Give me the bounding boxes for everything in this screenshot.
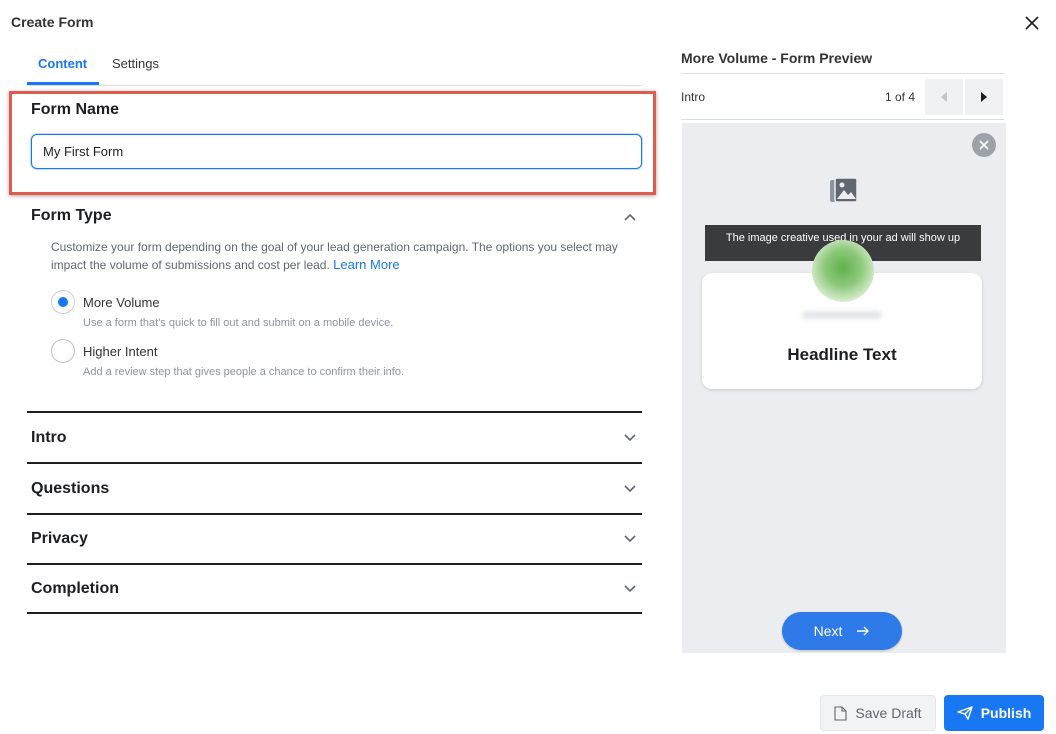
close-icon: [1025, 16, 1039, 30]
publish-label: Publish: [980, 705, 1032, 721]
radio-more-volume-label: More Volume: [83, 295, 160, 310]
next-button-label: Next: [813, 623, 843, 639]
headline-text: Headline Text: [787, 345, 897, 364]
preview-header: Intro 1 of 4: [681, 73, 1004, 120]
radio-higher-intent-label: Higher Intent: [83, 344, 158, 359]
dialog-title: Create Form: [11, 14, 94, 30]
form-preview-phone: The image creative used in your ad will …: [682, 123, 1006, 653]
tab-bar: Content Settings: [27, 52, 642, 86]
form-name-label: Form Name: [31, 101, 120, 118]
radio-higher-intent-description: Add a review step that gives people a ch…: [83, 366, 405, 378]
section-completion-title[interactable]: Completion: [31, 580, 119, 598]
form-name-input[interactable]: [31, 134, 642, 169]
tab-content[interactable]: Content: [38, 56, 87, 71]
preview-close-button[interactable]: [972, 133, 996, 157]
radio-more-volume-description: Use a form that's quick to fill out and …: [83, 317, 394, 329]
publish-button[interactable]: Publish: [944, 695, 1044, 731]
preview-prev-button[interactable]: [925, 79, 963, 115]
preview-title: More Volume - Form Preview: [681, 50, 873, 66]
section-divider: [27, 563, 642, 565]
section-questions-title[interactable]: Questions: [31, 480, 109, 498]
save-draft-button[interactable]: Save Draft: [820, 695, 936, 731]
caret-left-icon: [941, 92, 947, 102]
chevron-down-icon: [624, 585, 636, 593]
section-divider: [27, 612, 642, 614]
close-icon: [979, 140, 989, 150]
section-intro-title[interactable]: Intro: [31, 429, 67, 447]
preview-step-label: Intro: [681, 90, 706, 104]
section-questions-expand-button[interactable]: [622, 481, 638, 497]
chevron-up-icon: [624, 213, 636, 221]
caret-right-icon: [981, 92, 987, 102]
chevron-down-icon: [624, 434, 636, 442]
image-placeholder-icon: [830, 177, 858, 203]
save-draft-label: Save Draft: [855, 705, 922, 721]
section-completion-expand-button[interactable]: [622, 581, 638, 597]
tab-settings[interactable]: Settings: [112, 56, 159, 71]
form-type-title: Form Type: [31, 207, 112, 224]
document-icon: [834, 705, 847, 721]
preview-next-button[interactable]: [965, 79, 1003, 115]
section-divider: [27, 411, 642, 413]
learn-more-link[interactable]: Learn More: [333, 257, 399, 272]
section-divider: [27, 513, 642, 515]
send-icon: [957, 706, 973, 720]
form-type-collapse-button[interactable]: [622, 209, 638, 225]
radio-more-volume[interactable]: [51, 290, 75, 314]
active-tab-indicator: [27, 82, 99, 85]
arrow-right-icon: [857, 626, 870, 636]
section-privacy-title[interactable]: Privacy: [31, 530, 88, 548]
section-intro-expand-button[interactable]: [622, 430, 638, 446]
preview-next-cta-button[interactable]: Next: [782, 612, 902, 650]
page-name-placeholder: [802, 311, 882, 319]
preview-page-count: 1 of 4: [885, 90, 916, 104]
form-type-description: Customize your form depending on the goa…: [51, 238, 631, 274]
section-privacy-expand-button[interactable]: [622, 531, 638, 547]
page-avatar: [812, 240, 874, 302]
close-button[interactable]: [1018, 10, 1046, 36]
radio-higher-intent[interactable]: [51, 339, 75, 363]
chevron-down-icon: [624, 485, 636, 493]
chevron-down-icon: [624, 535, 636, 543]
section-divider: [27, 462, 642, 464]
